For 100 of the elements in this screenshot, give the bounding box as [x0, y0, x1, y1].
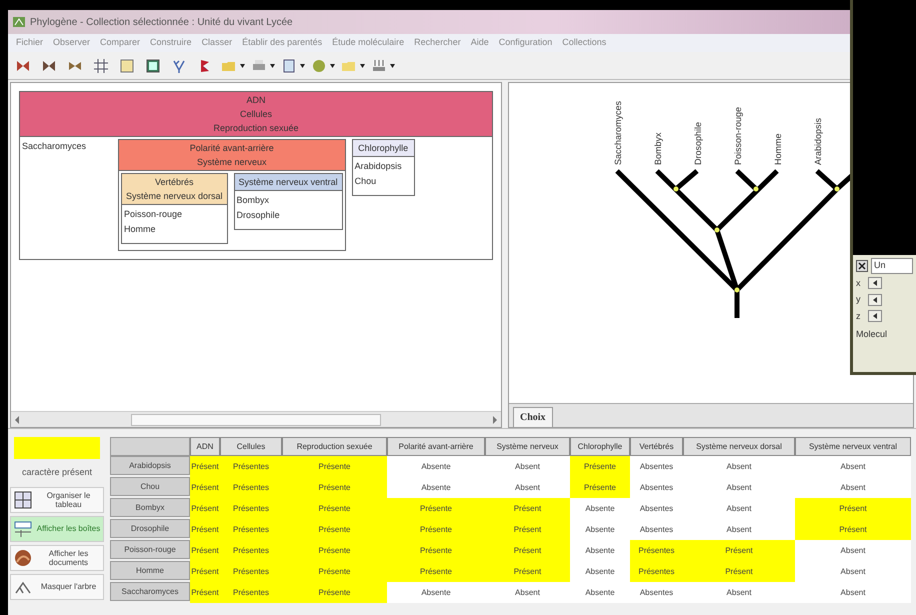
column-header[interactable]: Système nerveux ventral — [795, 437, 911, 456]
column-header[interactable]: Polarité avant-arrière — [387, 437, 485, 456]
table-cell: Absente — [570, 540, 630, 561]
table-cell: Absent — [683, 456, 795, 477]
axis-label: z — [856, 310, 862, 322]
table-cell: Présente — [387, 540, 485, 561]
table-cell: Présente — [282, 540, 387, 561]
table-cell: Présente — [282, 477, 387, 498]
table-cell: Absent — [485, 456, 570, 477]
species-label: Chou — [354, 175, 378, 188]
character-label: Cellules — [238, 108, 273, 121]
table-cell: Présentes — [220, 477, 282, 498]
axis-label: y — [856, 293, 862, 306]
axis-step-button[interactable] — [868, 294, 882, 306]
column-header[interactable]: Cellules — [220, 437, 282, 456]
table-cell: Absente — [387, 582, 485, 603]
column-header[interactable]: ADN — [190, 437, 220, 456]
ruler-icon — [371, 58, 387, 74]
axis-step-button[interactable] — [868, 310, 882, 322]
row-header-button[interactable]: Homme — [110, 561, 190, 580]
table-cell: Absente — [570, 519, 630, 540]
species-label: Saccharomyces — [22, 140, 88, 153]
table-cell: Absent — [795, 561, 911, 582]
scroll-left-icon[interactable] — [13, 416, 21, 424]
leaf-label: Arabidopsis — [813, 118, 823, 165]
panel-icon — [145, 58, 161, 74]
table-cell: Présente — [282, 561, 387, 582]
column-header[interactable]: Chlorophylle — [570, 437, 630, 456]
row-header-button[interactable]: Drosophile — [110, 519, 190, 538]
table-cell: Présent — [683, 561, 795, 582]
table-cell: Présent — [795, 519, 911, 540]
left-arrow-icon — [873, 296, 877, 303]
character-label: Polarité avant-arrière — [188, 142, 275, 155]
table-cell: Présent — [485, 498, 570, 519]
row-header-button[interactable]: Poisson-rouge — [110, 540, 190, 559]
table-cell: Présentes — [220, 456, 282, 477]
table-cell: Absente — [570, 582, 630, 603]
row-header-button[interactable]: Arabidopsis — [110, 456, 190, 475]
column-header[interactable]: Reproduction sexuée — [282, 437, 387, 456]
table-cell: Absent — [683, 519, 795, 540]
side-button[interactable]: Afficher les documents — [10, 544, 104, 570]
table-cell: Présente — [282, 498, 387, 519]
scroll-right-icon[interactable] — [491, 416, 499, 424]
scrollbar-thumb[interactable] — [131, 414, 381, 426]
caret-icon — [390, 64, 395, 68]
input-field[interactable]: Un — [871, 258, 913, 274]
window-title: Phylogène - Collection sélectionnée : Unité du vivant Lycée — [30, 16, 293, 30]
side-button[interactable]: Afficher les boîtes — [10, 516, 104, 542]
character-label: Chlorophylle — [357, 142, 410, 155]
axis-step-button[interactable] — [868, 277, 882, 290]
caret-icon — [240, 64, 245, 68]
table-cell: Absent — [485, 477, 570, 498]
row-header-button[interactable]: Saccharomyces — [110, 582, 190, 601]
table-cell: Absent — [683, 582, 795, 603]
column-header[interactable]: Système nerveux dorsal — [683, 437, 795, 456]
side-button[interactable]: Organiser le tableau — [10, 486, 104, 512]
table-cell: Présentes — [220, 582, 282, 603]
table-cell: Présente — [387, 519, 485, 540]
tree-icon — [171, 58, 187, 74]
leaf-label: Drosophile — [693, 122, 703, 165]
table-cell: Absentes — [630, 456, 683, 477]
column-header[interactable]: Vertébrés — [630, 437, 683, 456]
horizontal-scrollbar[interactable] — [11, 411, 501, 427]
column-header[interactable]: Système nerveux — [485, 437, 570, 456]
table-cell: Présent — [795, 498, 911, 519]
table-cell: Absentes — [630, 519, 683, 540]
caret-icon — [300, 64, 305, 68]
species-label: Poisson-rouge — [124, 208, 184, 221]
table-cell: Absente — [387, 477, 485, 498]
row-header-button[interactable]: Chou — [110, 477, 190, 496]
table-cell: Présent — [683, 540, 795, 561]
leaf-label: Homme — [773, 133, 783, 165]
table-cell: Présent — [190, 540, 220, 561]
row-header-button[interactable]: Bombyx — [110, 498, 190, 517]
table-cell: Présent — [190, 582, 220, 603]
close-icon[interactable] — [856, 260, 868, 272]
character-label: Reproduction sexuée — [212, 122, 300, 135]
table-cell: Absent — [683, 498, 795, 519]
grid-icon — [13, 490, 33, 510]
table-cell: Absente — [570, 498, 630, 519]
side-button[interactable]: Masquer l'arbre — [10, 574, 104, 600]
leaf-label: Bombyx — [653, 132, 663, 165]
character-label: Vertébrés — [154, 176, 195, 189]
caret-icon — [360, 64, 365, 68]
table-cell: Présentes — [220, 561, 282, 582]
species-label: Drosophile — [236, 209, 281, 222]
species-label: Homme — [124, 223, 157, 236]
table-cell: Absent — [795, 540, 911, 561]
choix-tab[interactable]: Choix — [513, 407, 553, 427]
species-label: Arabidopsis — [354, 160, 403, 173]
character-label: Système nerveux — [196, 156, 268, 169]
table-cell: Absentes — [630, 477, 683, 498]
leaf-label: Saccharomyces — [613, 100, 623, 165]
app-icon — [12, 16, 26, 28]
caret-icon — [330, 64, 335, 68]
table-cell: Présent — [190, 519, 220, 540]
table-cell: Présent — [190, 498, 220, 519]
grid-icon — [93, 58, 109, 74]
table-cell: Présent — [485, 540, 570, 561]
left-arrow-icon — [873, 280, 877, 286]
